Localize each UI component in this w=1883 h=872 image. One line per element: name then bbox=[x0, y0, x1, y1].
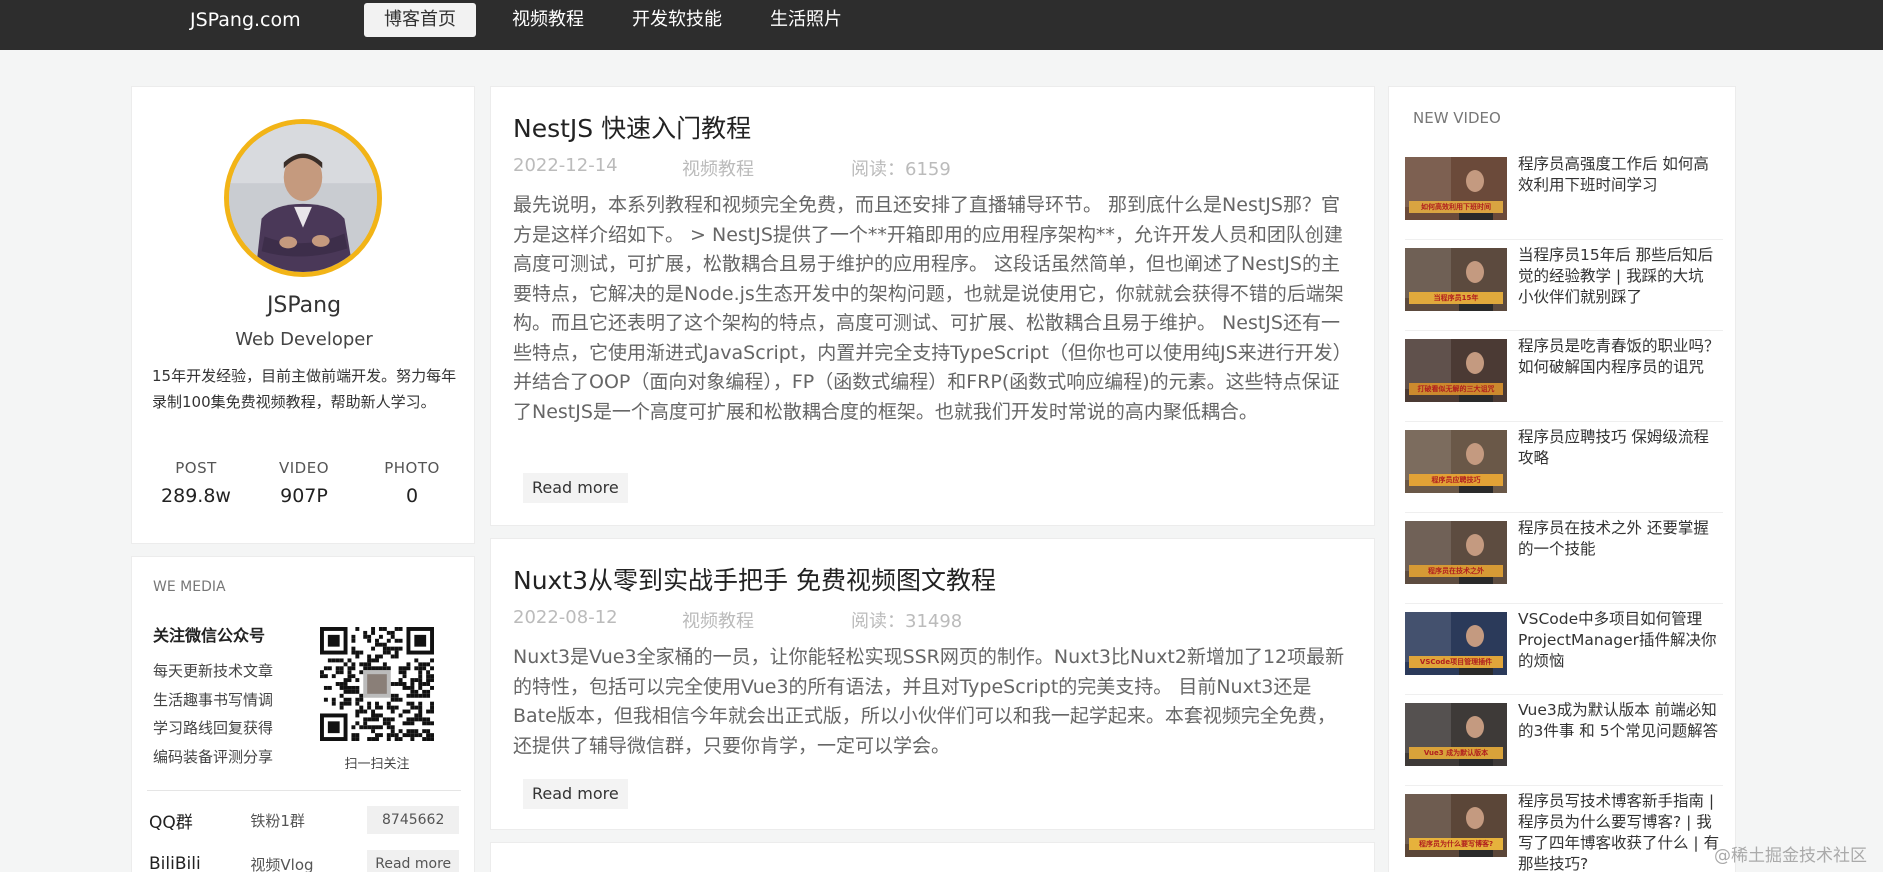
bilibili-read-more-button[interactable]: Read more bbox=[367, 850, 460, 872]
stat-value: 0 bbox=[405, 485, 419, 507]
bilibili-row: BiliBili 视频Vlog Read more bbox=[149, 849, 460, 872]
watermark: @稀土掘金技术社区 bbox=[1714, 846, 1867, 866]
nav-item-video-tutorials[interactable]: 视频教程 bbox=[500, 3, 596, 37]
article-category[interactable]: 视频教程 bbox=[682, 155, 851, 181]
avatar bbox=[224, 119, 382, 277]
qq-group-number[interactable]: 8745662 bbox=[367, 806, 460, 834]
list-item: 编码装备评测分享 bbox=[153, 747, 274, 766]
thumbnail-banner-text: 程序员在技术之外 bbox=[1428, 567, 1484, 575]
profile-stats: POST 289.8w VIDEO 907P PHOTO 0 bbox=[132, 459, 476, 507]
wechat-qr-code bbox=[320, 627, 434, 741]
article-card: NestJS 快速入门教程 2022-12-14 视频教程 阅读：6159 最先… bbox=[490, 86, 1375, 526]
article-views: 阅读：6159 bbox=[851, 159, 951, 180]
video-title[interactable]: 程序员高强度工作后 如何高效利用下班时间学习 bbox=[1518, 154, 1721, 196]
thumbnail-banner-text: 程序员应聘技巧 bbox=[1431, 476, 1481, 484]
thumbnail-banner-text: VSCode项目管理插件 bbox=[1419, 658, 1493, 666]
we-media-card: WE MEDIA 关注微信公众号 每天更新技术文章 生活趣事书写情调 学习路线回… bbox=[131, 556, 475, 872]
article-card bbox=[490, 842, 1375, 872]
article-excerpt: Nuxt3是Vue3全家桶的一员，让你能轻松实现SSR网页的制作。Nuxt3比N… bbox=[513, 646, 1345, 757]
stat-value: 907P bbox=[280, 485, 328, 507]
list-item: 每天更新技术文章 bbox=[153, 662, 274, 680]
profile-name: JSPang bbox=[266, 293, 342, 318]
we-media-title: WE MEDIA bbox=[153, 579, 226, 595]
video-thumbnail[interactable]: VSCode项目管理插件 bbox=[1405, 612, 1507, 675]
article-date: 2022-08-12 bbox=[513, 607, 618, 628]
video-thumbnail[interactable]: 程序员应聘技巧 bbox=[1405, 430, 1507, 493]
read-more-button[interactable]: Read more bbox=[523, 473, 628, 503]
stat-value: 289.8w bbox=[161, 485, 231, 507]
profile-role: Web Developer bbox=[235, 329, 373, 350]
video-list-item[interactable]: 如何高效利用下班时间 程序员高强度工作后 如何高效利用下班时间学习 bbox=[1405, 149, 1723, 240]
read-more-button[interactable]: Read more bbox=[523, 779, 628, 809]
video-list-item[interactable]: 打破看似无解的三大诅咒 程序员是吃青春饭的职业吗？如何破解国内程序员的诅咒 bbox=[1405, 331, 1723, 422]
article-views: 阅读：31498 bbox=[851, 611, 963, 632]
article-meta: 2022-12-14 视频教程 阅读：6159 bbox=[513, 155, 951, 181]
qq-group-row: QQ群 铁粉1群 8745662 bbox=[149, 805, 460, 835]
list-item: 学习路线回复获得 bbox=[153, 719, 274, 737]
video-list-item[interactable]: 程序员为什么要写博客? 程序员写技术博客新手指南 | 程序员为什么要写博客? | … bbox=[1405, 786, 1723, 872]
article-title[interactable]: NestJS 快速入门教程 bbox=[513, 109, 751, 145]
thumbnail-banner-text: 打破看似无解的三大诅咒 bbox=[1417, 385, 1495, 393]
video-thumbnail[interactable]: Vue3 成为默认版本 bbox=[1405, 703, 1507, 766]
article-meta: 2022-08-12 视频教程 阅读：31498 bbox=[513, 607, 962, 633]
top-navbar: JSPang.com 博客首页 视频教程 开发软技能 生活照片 bbox=[0, 0, 1883, 50]
video-title[interactable]: 程序员应聘技巧 保姆级流程攻略 bbox=[1518, 427, 1721, 469]
article-excerpt: 最先说明，本系列教程和视频完全免费，而且还安排了直播辅导环节。 那到底什么是Ne… bbox=[513, 194, 1352, 423]
video-title[interactable]: 程序员是吃青春饭的职业吗？如何破解国内程序员的诅咒 bbox=[1518, 336, 1721, 378]
video-list-item[interactable]: 当程序员15年 当程序员15年后 那些后知后觉的经验教学 | 我踩的大坑 小伙伴们… bbox=[1405, 240, 1723, 331]
site-brand[interactable]: JSPang.com bbox=[190, 8, 301, 32]
video-thumbnail[interactable]: 程序员为什么要写博客? bbox=[1405, 794, 1507, 857]
new-video-card: NEW VIDEO 如何高效利用下班时间 程序员高强度工作后 如何高效利用下班时间… bbox=[1388, 86, 1736, 872]
video-thumbnail[interactable]: 程序员在技术之外 bbox=[1405, 521, 1507, 584]
stat-video: VIDEO 907P bbox=[254, 459, 354, 507]
qr-code-image bbox=[320, 627, 434, 741]
row-name: BiliBili bbox=[149, 854, 201, 872]
video-thumbnail[interactable]: 当程序员15年 bbox=[1405, 248, 1507, 311]
wechat-follow-title: 关注微信公众号 bbox=[153, 626, 266, 645]
divider bbox=[147, 790, 461, 791]
profile-description: 15年开发经验，目前主做前端开发。努力每年录制100集免费视频教程，帮助新人学习… bbox=[152, 367, 457, 411]
stat-label: POST bbox=[175, 459, 217, 477]
video-list-item[interactable]: 程序员在技术之外 程序员在技术之外 还要掌握的一个技能 bbox=[1405, 513, 1723, 604]
video-list-item[interactable]: VSCode项目管理插件 VSCode中多项目如何管理 ProjectManage… bbox=[1405, 604, 1723, 695]
nav-item-soft-skills[interactable]: 开发软技能 bbox=[620, 3, 734, 37]
row-desc: 铁粉1群 bbox=[250, 811, 305, 830]
qr-caption: 扫一扫关注 bbox=[344, 757, 410, 772]
new-video-title: NEW VIDEO bbox=[1413, 109, 1501, 127]
thumbnail-banner-text: Vue3 成为默认版本 bbox=[1423, 749, 1489, 757]
article-category[interactable]: 视频教程 bbox=[682, 607, 851, 633]
stat-label: VIDEO bbox=[278, 459, 330, 477]
nav-item-home[interactable]: 博客首页 bbox=[364, 3, 476, 37]
row-name: QQ群 bbox=[149, 812, 193, 833]
thumbnail-banner-text: 当程序员15年 bbox=[1433, 294, 1479, 302]
row-desc: 视频Vlog bbox=[250, 855, 314, 872]
main-nav: 博客首页 视频教程 开发软技能 生活照片 bbox=[364, 3, 878, 37]
video-list-item[interactable]: Vue3 成为默认版本 Vue3成为默认版本 前端必知的3件事 和 5个常见问题解… bbox=[1405, 695, 1723, 786]
list-item: 生活趣事书写情调 bbox=[153, 690, 274, 709]
video-list-item[interactable]: 程序员应聘技巧 程序员应聘技巧 保姆级流程攻略 bbox=[1405, 422, 1723, 513]
video-title[interactable]: VSCode中多项目如何管理 ProjectManager插件解决你的烦恼 bbox=[1518, 609, 1721, 672]
video-title[interactable]: 程序员在技术之外 还要掌握的一个技能 bbox=[1518, 518, 1721, 560]
thumbnail-banner-text: 如何高效利用下班时间 bbox=[1421, 203, 1491, 211]
stat-photo: PHOTO 0 bbox=[362, 459, 462, 507]
video-thumbnail[interactable]: 打破看似无解的三大诅咒 bbox=[1405, 339, 1507, 402]
wechat-benefits-list: 每天更新技术文章 生活趣事书写情调 学习路线回复获得 编码装备评测分享 bbox=[153, 657, 273, 771]
article-card: Nuxt3从零到实战手把手 免费视频图文教程 2022-08-12 视频教程 阅… bbox=[490, 538, 1375, 830]
article-title[interactable]: Nuxt3从零到实战手把手 免费视频图文教程 bbox=[513, 561, 996, 597]
video-title[interactable]: 程序员写技术博客新手指南 | 程序员为什么要写博客? | 我写了四年博客收获了什… bbox=[1518, 791, 1721, 872]
article-date: 2022-12-14 bbox=[513, 155, 618, 176]
avatar-portrait-image bbox=[229, 124, 377, 272]
nav-item-life-photos[interactable]: 生活照片 bbox=[758, 3, 854, 37]
video-title[interactable]: 当程序员15年后 那些后知后觉的经验教学 | 我踩的大坑 小伙伴们就别踩了 bbox=[1518, 245, 1721, 308]
video-thumbnail[interactable]: 如何高效利用下班时间 bbox=[1405, 157, 1507, 220]
video-title[interactable]: Vue3成为默认版本 前端必知的3件事 和 5个常见问题解答 bbox=[1518, 700, 1721, 742]
stat-post: POST 289.8w bbox=[146, 459, 246, 507]
stat-label: PHOTO bbox=[384, 459, 440, 477]
thumbnail-banner-text: 程序员为什么要写博客? bbox=[1418, 840, 1494, 848]
profile-card: JSPang Web Developer 15年开发经验，目前主做前端开发。努力… bbox=[131, 86, 475, 544]
